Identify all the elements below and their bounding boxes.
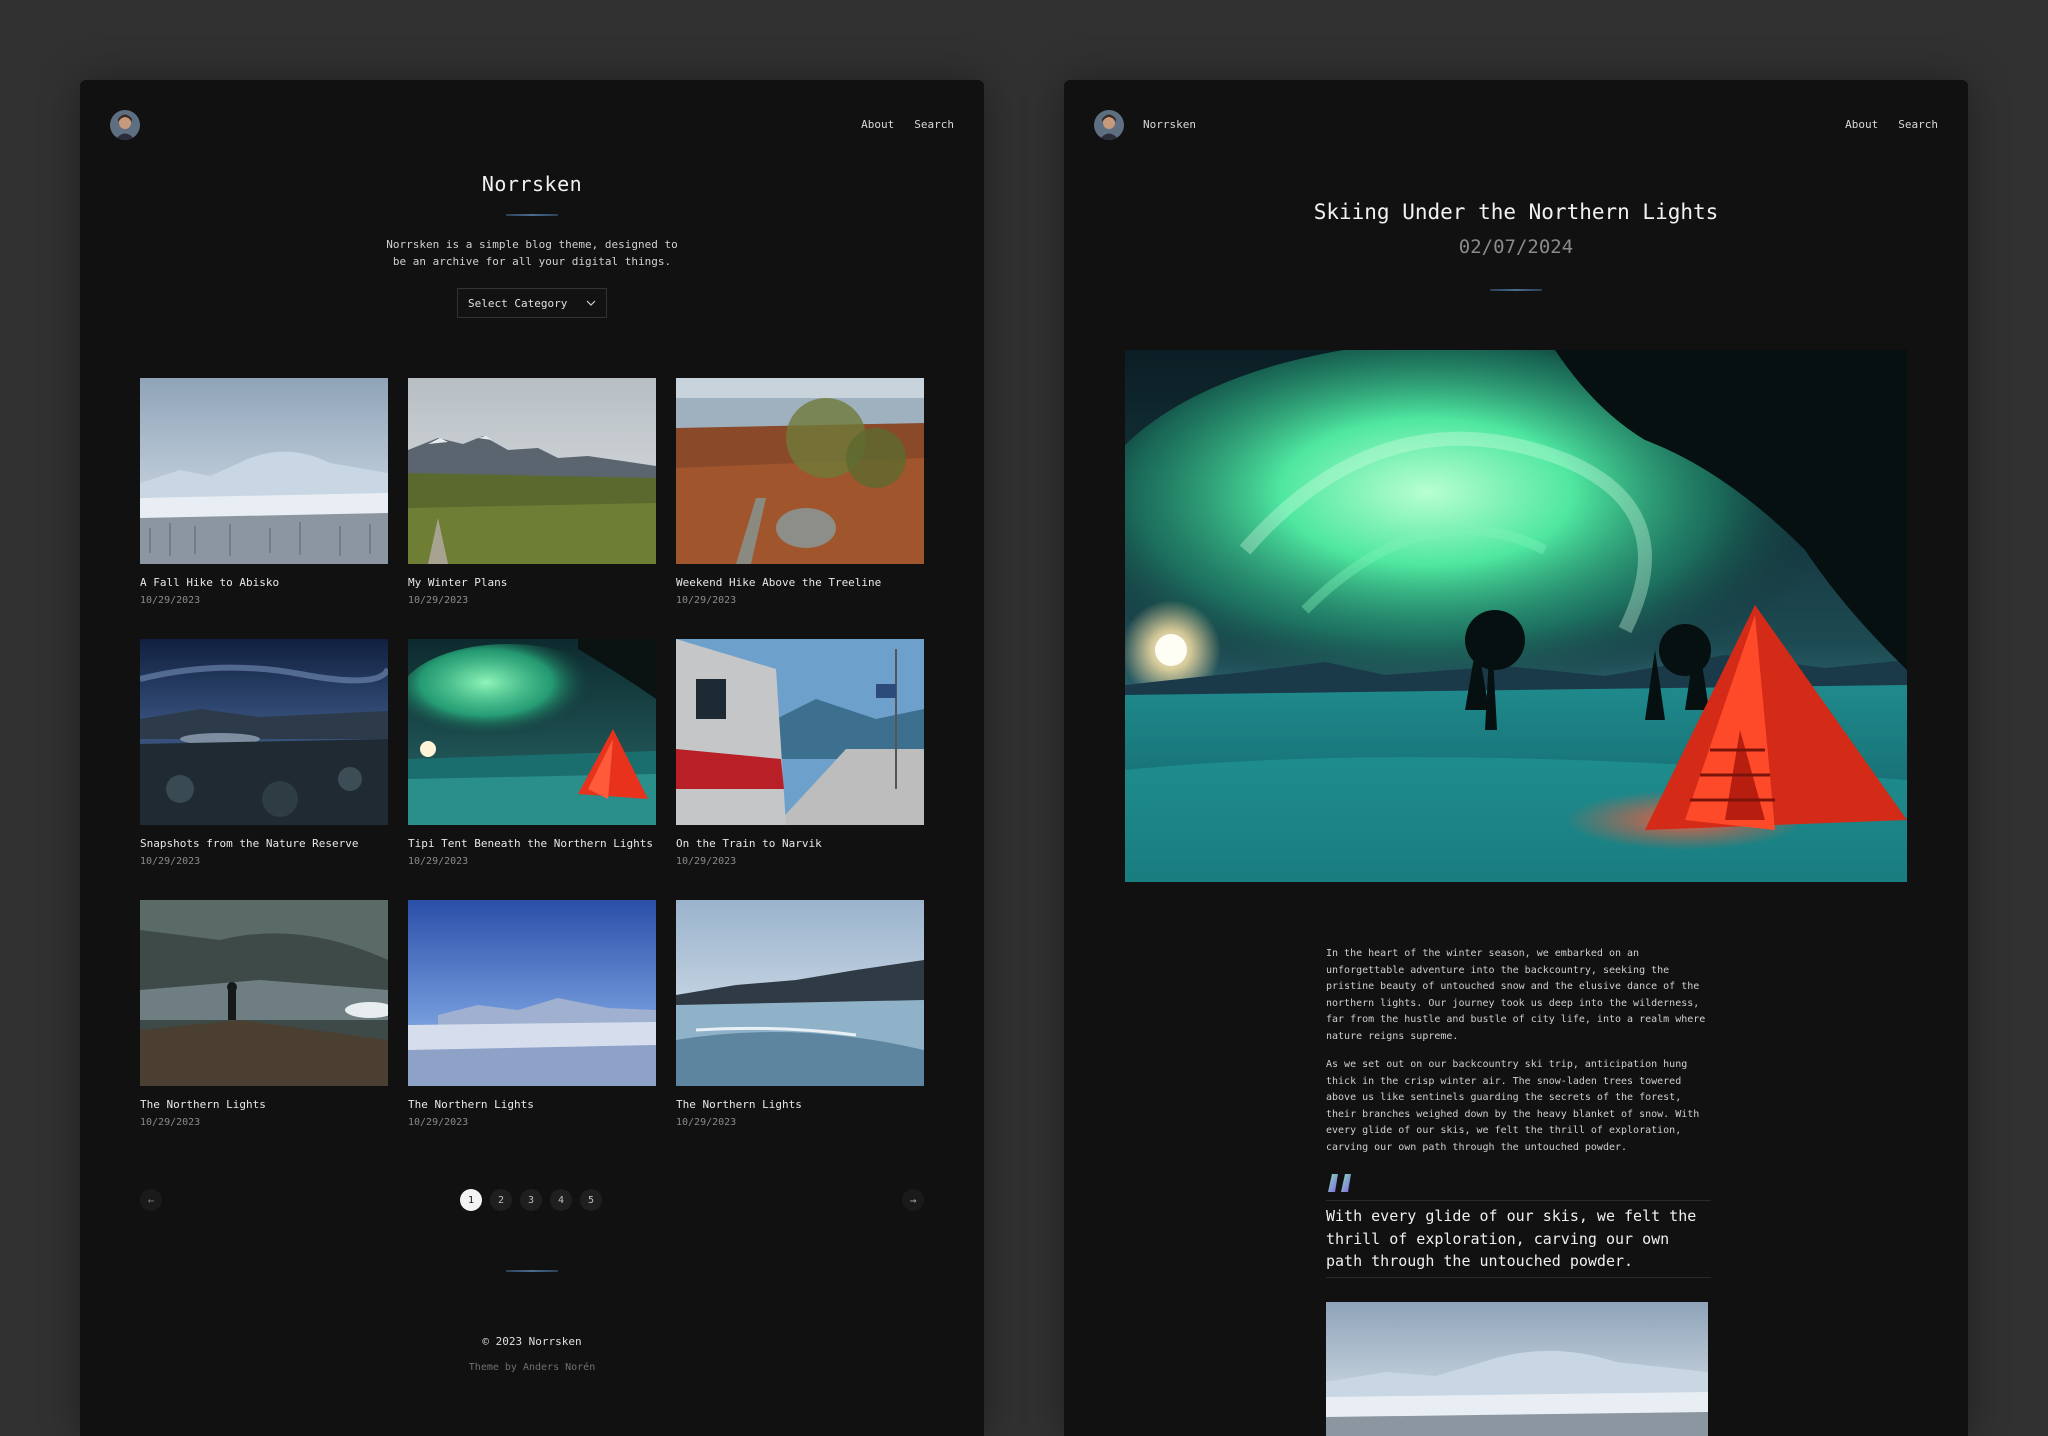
tagline-line: Norrsken is a simple blog theme, designe…	[386, 238, 678, 251]
post-card[interactable]: The Northern Lights 10/29/2023	[140, 900, 388, 1128]
quote-icon	[1326, 1170, 1354, 1194]
post-title[interactable]: My Winter Plans	[408, 576, 656, 589]
post-title[interactable]: The Northern Lights	[408, 1098, 656, 1111]
post-card[interactable]: A Fall Hike to Abisko 10/29/2023	[140, 378, 388, 606]
post-card[interactable]: The Northern Lights 10/29/2023	[408, 900, 656, 1128]
nav-about-link[interactable]: About	[1845, 118, 1878, 131]
arrow-left-icon: ←	[147, 1193, 155, 1207]
main-nav: About Search	[1845, 118, 1938, 131]
pagination: 1 2 3 4 5	[460, 1189, 602, 1211]
post-date: 10/29/2023	[140, 595, 201, 606]
post-thumbnail-hiker-lake[interactable]	[140, 900, 388, 1086]
title-divider	[1490, 289, 1542, 291]
post-date: 10/29/2023	[140, 856, 201, 867]
prev-page-button[interactable]: ←	[140, 1189, 162, 1211]
post-paragraph: In the heart of the winter season, we em…	[1326, 948, 1706, 1042]
blog-index-panel: About Search Norrsken Norrsken is a simp…	[80, 80, 984, 1436]
category-select[interactable]: Select Category	[457, 288, 607, 318]
post-card[interactable]: Snapshots from the Nature Reserve 10/29/…	[140, 639, 388, 867]
post-paragraph: As we set out on our backcountry ski tri…	[1326, 1059, 1700, 1153]
page-5-button[interactable]: 5	[580, 1189, 602, 1211]
post-thumbnail-frozen-lake-blue[interactable]	[408, 900, 656, 1086]
post-date: 10/29/2023	[408, 1117, 469, 1128]
post-thumbnail-train-narvik[interactable]	[676, 639, 924, 825]
main-nav: About Search	[861, 118, 954, 131]
page-2-button[interactable]: 2	[490, 1189, 512, 1211]
post-hero-image	[1125, 350, 1907, 882]
post-body: In the heart of the winter season, we em…	[1326, 946, 1711, 1168]
site-name[interactable]: Norrsken	[1143, 118, 1196, 131]
post-date: 02/07/2024	[1458, 236, 1574, 258]
post-thumbnail-green-valley[interactable]	[408, 378, 656, 564]
post-title[interactable]: Tipi Tent Beneath the Northern Lights	[408, 837, 656, 850]
post-date: 10/29/2023	[408, 595, 469, 606]
pull-quote: With every glide of our skis, we felt th…	[1326, 1200, 1711, 1278]
post-title[interactable]: Weekend Hike Above the Treeline	[676, 576, 924, 589]
chevron-down-icon	[586, 300, 596, 306]
arrow-right-icon: →	[909, 1193, 917, 1207]
post-title[interactable]: The Northern Lights	[140, 1098, 388, 1111]
post-date: 10/29/2023	[676, 856, 737, 867]
post-card[interactable]: Weekend Hike Above the Treeline 10/29/20…	[676, 378, 924, 606]
post-thumbnail-icy-shore[interactable]	[676, 900, 924, 1086]
post-thumbnail-mountain-snow[interactable]	[140, 378, 388, 564]
title-divider	[506, 214, 558, 216]
post-title[interactable]: A Fall Hike to Abisko	[140, 576, 388, 589]
post-date: 10/29/2023	[140, 1117, 201, 1128]
post-date: 10/29/2023	[408, 856, 469, 867]
avatar[interactable]	[1094, 110, 1124, 140]
avatar[interactable]	[110, 110, 140, 140]
post-inline-image	[1326, 1302, 1708, 1436]
post-thumbnail-tipi-aurora[interactable]	[408, 639, 656, 825]
blog-tagline: Norrsken is a simple blog theme, designe…	[80, 236, 984, 270]
nav-search-link[interactable]: Search	[914, 118, 954, 131]
page-4-button[interactable]: 4	[550, 1189, 572, 1211]
post-date: 10/29/2023	[676, 595, 737, 606]
page-3-button[interactable]: 3	[520, 1189, 542, 1211]
page-1-button[interactable]: 1	[460, 1189, 482, 1211]
next-page-button[interactable]: →	[902, 1189, 924, 1211]
footer-credit[interactable]: Theme by Anders Norén	[80, 1362, 984, 1373]
post-date: 10/29/2023	[676, 1117, 737, 1128]
blog-post-panel: Norrsken About Search Skiing Under the N…	[1064, 80, 1968, 1436]
post-thumbnail-nature-reserve[interactable]	[140, 639, 388, 825]
footer-divider	[506, 1270, 558, 1272]
tagline-line: be an archive for all your digital thing…	[392, 255, 672, 268]
post-title[interactable]: The Northern Lights	[676, 1098, 924, 1111]
post-title[interactable]: Snapshots from the Nature Reserve	[140, 837, 388, 850]
footer-copyright: © 2023 Norrsken	[482, 1335, 582, 1348]
post-card[interactable]: On the Train to Narvik 10/29/2023	[676, 639, 924, 867]
nav-about-link[interactable]: About	[861, 118, 894, 131]
post-card[interactable]: Tipi Tent Beneath the Northern Lights 10…	[408, 639, 656, 867]
post-title: Skiing Under the Northern Lights	[1313, 200, 1719, 224]
nav-search-link[interactable]: Search	[1898, 118, 1938, 131]
post-card[interactable]: The Northern Lights 10/29/2023	[676, 900, 924, 1128]
category-select-value: Select Category	[468, 296, 568, 310]
blog-title[interactable]: Norrsken	[80, 172, 984, 196]
post-thumbnail-autumn-treeline[interactable]	[676, 378, 924, 564]
post-card[interactable]: My Winter Plans 10/29/2023	[408, 378, 656, 606]
post-title[interactable]: On the Train to Narvik	[676, 837, 924, 850]
